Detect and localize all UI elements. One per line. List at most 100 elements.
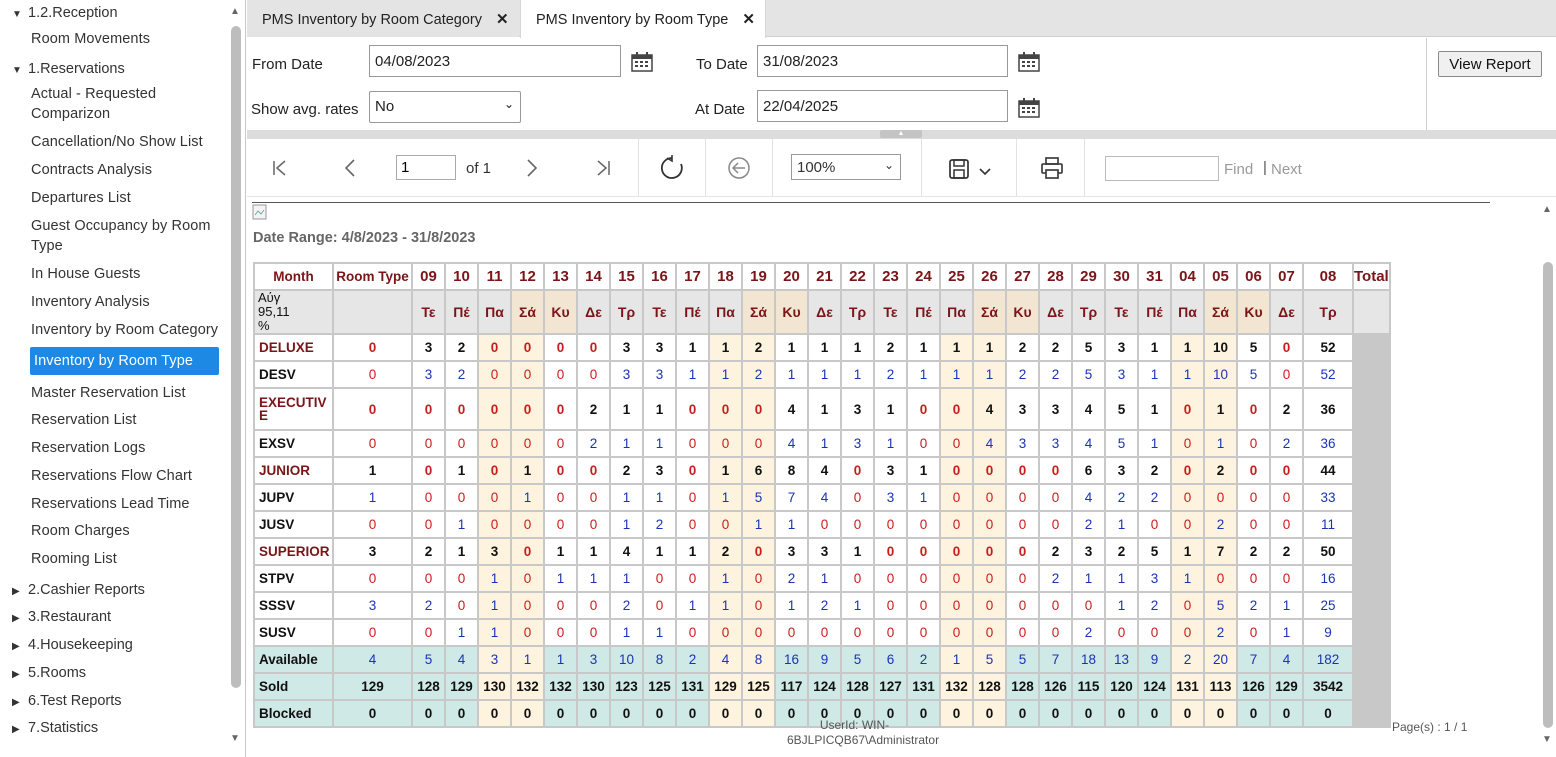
view-report-button[interactable]: View Report xyxy=(1438,51,1542,77)
sidebar-item-reservation-logs[interactable]: Reservation Logs xyxy=(31,438,221,458)
value-cell: 2 xyxy=(809,593,840,618)
collapse-up-icon[interactable]: ▲ xyxy=(880,130,922,138)
value-cell: 0 xyxy=(908,539,939,564)
tab-room-category[interactable]: PMS Inventory by Room Category ✕ xyxy=(247,0,519,37)
zoom-select[interactable]: 100% ⌄ xyxy=(791,154,901,180)
summary-value-cell: 0 xyxy=(743,701,774,726)
sidebar-item-master-reservation[interactable]: Master Reservation List xyxy=(31,383,221,403)
value-cell: 3 xyxy=(1106,458,1137,483)
find-link[interactable]: Find xyxy=(1224,161,1253,178)
value-cell: 0 xyxy=(1238,431,1269,456)
show-avg-rates-select[interactable]: No ⌄ xyxy=(369,91,521,123)
scrollbar-thumb[interactable] xyxy=(231,26,241,688)
summary-value-cell: 132 xyxy=(545,674,576,699)
sidebar-group-reservations[interactable]: ▼ 1.Reservations xyxy=(12,61,125,77)
room-type-cell: STPV xyxy=(255,566,332,591)
date-range-title: Date Range: 4/8/2023 - 31/8/2023 xyxy=(253,230,476,246)
day-header: 15 xyxy=(611,264,642,289)
sidebar-item-actual-requested[interactable]: Actual - Requested Comparizon xyxy=(31,84,181,124)
sidebar-item-rooming-list[interactable]: Rooming List xyxy=(31,549,221,569)
caret-down-icon: ▼ xyxy=(12,9,22,20)
summary-value-cell: 5 xyxy=(413,647,444,672)
summary-value-cell: 1 xyxy=(512,647,543,672)
value-cell: 1 xyxy=(809,431,840,456)
tab-room-type[interactable]: PMS Inventory by Room Type ✕ xyxy=(520,0,766,38)
chevron-down-icon[interactable] xyxy=(978,167,992,177)
close-icon[interactable]: ✕ xyxy=(496,11,509,28)
sidebar-item-reservation-list[interactable]: Reservation List xyxy=(31,410,221,430)
sidebar-item-departures[interactable]: Departures List xyxy=(31,188,221,208)
sidebar-group-statistics[interactable]: ▶ 7.Statistics xyxy=(12,720,98,736)
scroll-down-icon[interactable]: ▼ xyxy=(230,733,240,744)
value-cell: 4 xyxy=(809,458,840,483)
next-link[interactable]: Next xyxy=(1271,161,1302,178)
value-cell: 1 xyxy=(644,431,675,456)
sidebar-item-cancellation[interactable]: Cancellation/No Show List xyxy=(31,132,221,152)
prev-page-icon[interactable] xyxy=(343,158,357,178)
sidebar-item-inventory-room-category[interactable]: Inventory by Room Category xyxy=(31,320,221,340)
value-cell: 7 xyxy=(1205,539,1236,564)
sidebar-group-reception[interactable]: ▼ 1.2.Reception xyxy=(12,5,118,21)
value-cell: 1 xyxy=(875,431,906,456)
page-number-input[interactable] xyxy=(396,155,456,180)
scrollbar-thumb[interactable] xyxy=(1543,262,1553,728)
sidebar-item-inventory-analysis[interactable]: Inventory Analysis xyxy=(31,292,221,312)
sidebar-group-rooms[interactable]: ▶ 5.Rooms xyxy=(12,665,86,681)
day-header: 16 xyxy=(644,264,675,289)
close-icon[interactable]: ✕ xyxy=(742,11,755,28)
value-cell: 0 xyxy=(1271,458,1302,483)
first-page-icon[interactable] xyxy=(271,159,289,177)
sidebar-item-inventory-room-type[interactable]: Inventory by Room Type xyxy=(30,347,219,375)
value-cell: 1 xyxy=(644,389,675,429)
print-icon[interactable] xyxy=(1040,157,1064,179)
value-cell: 0 xyxy=(1007,512,1038,537)
caret-down-icon: ▼ xyxy=(12,65,22,76)
sidebar-group-test-reports[interactable]: ▶ 6.Test Reports xyxy=(12,693,122,709)
find-input[interactable] xyxy=(1105,156,1219,181)
sidebar-scrollbar[interactable]: ▲ ▼ xyxy=(229,0,243,757)
sidebar-group-cashier[interactable]: ▶ 2.Cashier Reports xyxy=(12,582,145,598)
calendar-icon[interactable] xyxy=(1018,98,1040,118)
value-cell: 2 xyxy=(1040,539,1071,564)
value-cell: 0 xyxy=(1073,593,1104,618)
sidebar-item-contracts[interactable]: Contracts Analysis xyxy=(31,160,221,180)
value-cell: 2 xyxy=(644,512,675,537)
summary-total-cell: 3542 xyxy=(1304,674,1352,699)
scroll-down-icon[interactable]: ▼ xyxy=(1542,734,1552,745)
sidebar-item-flow-chart[interactable]: Reservations Flow Chart xyxy=(31,466,221,486)
to-date-input[interactable] xyxy=(757,45,1008,77)
params-splitter[interactable]: ▲ xyxy=(247,130,1556,139)
next-page-icon[interactable] xyxy=(525,158,539,178)
summary-value-cell: 2 xyxy=(1172,647,1203,672)
value-cell: 0 xyxy=(545,431,576,456)
save-icon[interactable] xyxy=(948,158,970,180)
value-cell: 0 xyxy=(677,512,708,537)
value-cell: 0 xyxy=(1172,512,1203,537)
sidebar-item-in-house[interactable]: In House Guests xyxy=(31,264,221,284)
value-cell: 2 xyxy=(578,431,609,456)
value-cell: 5 xyxy=(1238,362,1269,387)
refresh-icon[interactable] xyxy=(659,155,685,181)
report-scrollbar[interactable]: ▲ ▼ xyxy=(1540,198,1556,757)
table-row: JUPV 1 0 0 0 1 0 0 1 1 0 1 5 7 4 0 3 1 0 0 0 0 4 2 2 0 0 0 0 33 xyxy=(255,485,1389,510)
value-cell: 0 xyxy=(743,566,774,591)
from-date-input[interactable] xyxy=(369,45,621,77)
at-date-input[interactable] xyxy=(757,90,1008,122)
scroll-up-icon[interactable]: ▲ xyxy=(230,6,240,17)
sidebar-item-room-movements[interactable]: Room Movements xyxy=(31,29,221,49)
summary-value-cell: 132 xyxy=(941,674,972,699)
sidebar-group-housekeeping[interactable]: ▶ 4.Housekeeping xyxy=(12,637,133,653)
back-icon[interactable] xyxy=(727,156,751,180)
sidebar-item-guest-occupancy[interactable]: Guest Occupancy by Room Type xyxy=(31,216,216,256)
value-cell: 0 xyxy=(1172,485,1203,510)
sidebar-group-restaurant[interactable]: ▶ 3.Restaurant xyxy=(12,609,111,625)
scroll-up-icon[interactable]: ▲ xyxy=(1542,204,1552,215)
calendar-icon[interactable] xyxy=(1018,52,1040,72)
calendar-icon[interactable] xyxy=(631,52,653,72)
sidebar-item-room-charges[interactable]: Room Charges xyxy=(31,521,221,541)
last-page-icon[interactable] xyxy=(594,159,612,177)
value-cell: 1 xyxy=(677,335,708,360)
value-cell: 1 xyxy=(1106,593,1137,618)
sidebar-item-lead-time[interactable]: Reservations Lead Time xyxy=(31,494,221,514)
summary-value-cell: 4 xyxy=(334,647,411,672)
